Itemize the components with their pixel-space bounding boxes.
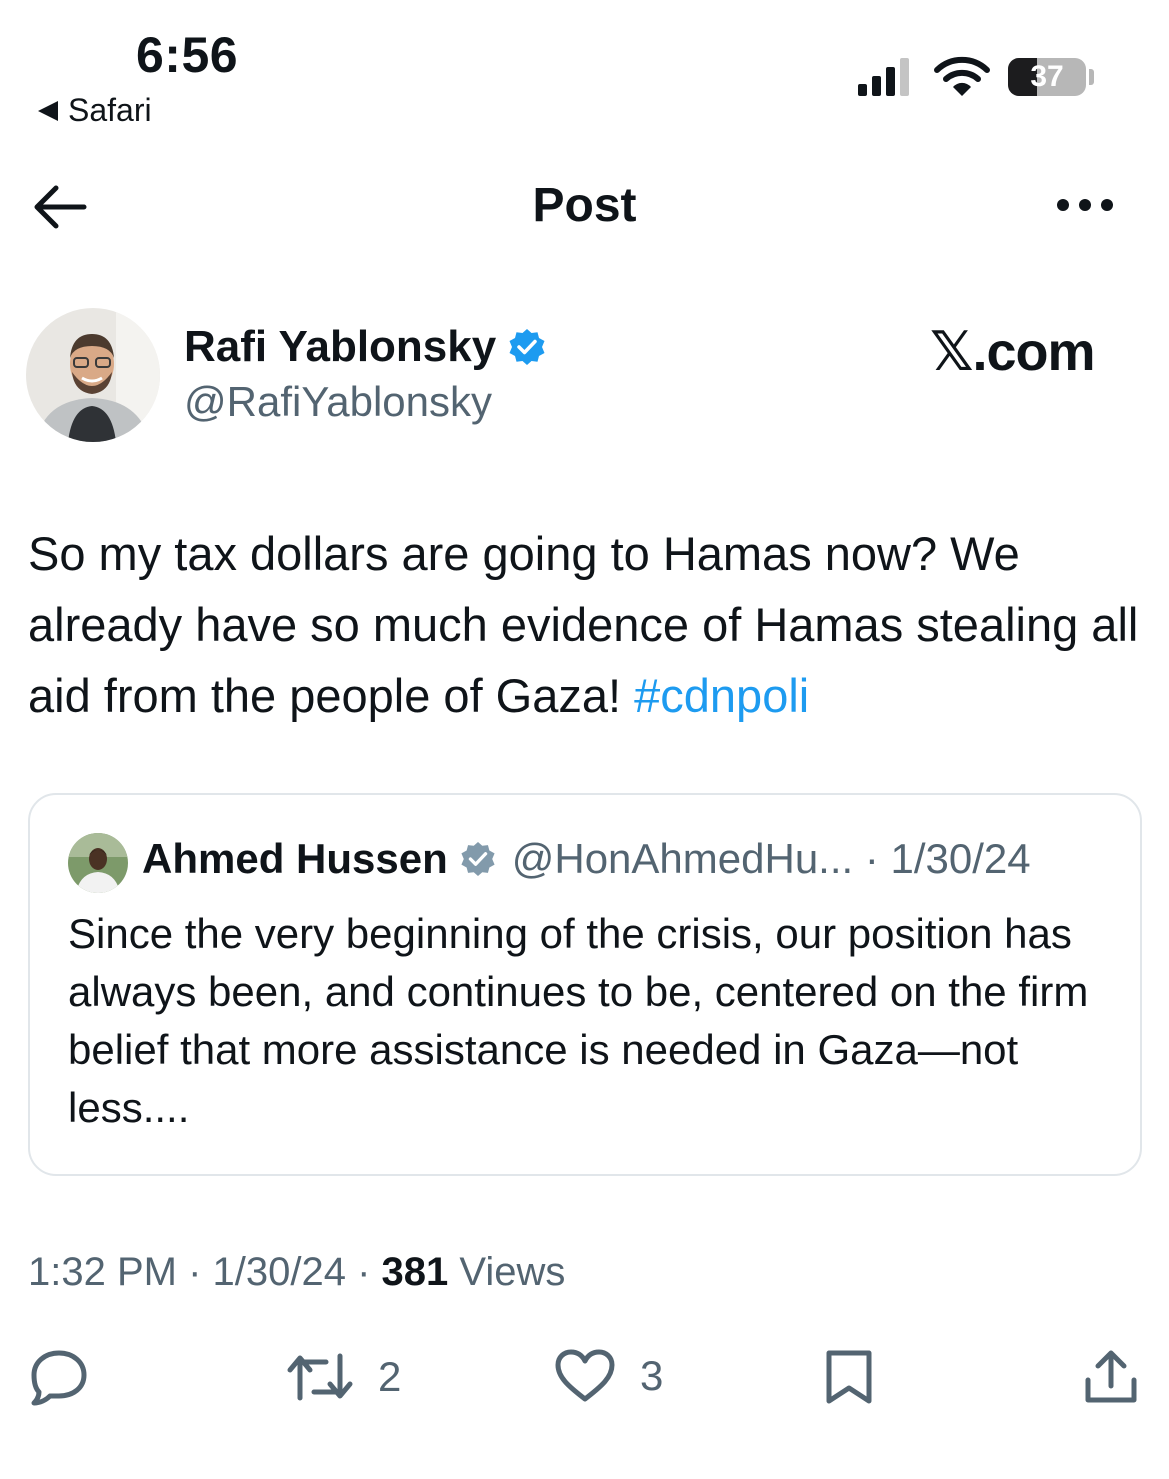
wifi-icon [934,56,990,96]
share-icon [1085,1350,1137,1403]
meta-separator: · [345,1250,382,1294]
bookmark-icon [826,1350,872,1404]
author-photo-icon [26,308,160,442]
retweet-button[interactable]: 2 [286,1348,401,1406]
page-title: Post [532,179,637,232]
back-triangle-icon [38,100,58,121]
post-text: So my tax dollars are going to Hamas now… [28,518,1148,731]
post-date: 1/30/24 [212,1250,346,1294]
more-options-icon[interactable] [1054,190,1116,220]
like-button[interactable]: 3 [554,1348,663,1404]
verified-badge-icon [509,329,545,365]
author-name-text: Rafi Yablonsky [184,322,497,371]
author-handle[interactable]: @RafiYablonsky [184,378,492,426]
post-text-body: So my tax dollars are going to Hamas now… [28,527,1139,722]
status-time: 6:56 [136,27,239,83]
battery-level: 37 [1030,60,1064,93]
like-count: 3 [640,1352,664,1399]
back-app-label: Safari [68,92,152,128]
government-verified-badge-icon [461,841,495,877]
quoted-post-text: Since the very beginning of the crisis, … [68,910,1089,1131]
battery-icon: 37 [1008,58,1086,96]
author-avatar[interactable] [26,308,160,442]
quoted-post-header: Ahmed Hussen @HonAhmedHu... · 1/30/24 [142,835,1031,883]
quoted-author-avatar [68,833,128,893]
reply-button[interactable] [28,1348,90,1406]
back-to-safari[interactable]: Safari [38,92,152,129]
retweet-icon [287,1353,353,1401]
meta-separator: · [176,1250,213,1294]
quoted-handle-date: @HonAhmedHu... · 1/30/24 [511,835,1031,882]
cellular-signal-icon [858,58,909,96]
quoted-author-photo-icon [68,833,128,893]
share-button[interactable] [1082,1348,1140,1406]
post-meta: 1:32 PM · 1/30/24 · 381 Views [28,1250,565,1295]
hashtag-link[interactable]: #cdnpoli [634,669,809,722]
x-com-watermark: 𝕏.com [930,322,1096,382]
quoted-author-name: Ahmed Hussen [142,835,448,882]
author-name[interactable]: Rafi Yablonsky [184,322,546,372]
quoted-post-card[interactable]: Ahmed Hussen @HonAhmedHu... · 1/30/24 Si… [28,793,1142,1176]
post-time: 1:32 PM [28,1250,177,1294]
heart-icon [555,1349,615,1402]
bookmark-button[interactable] [822,1348,876,1406]
battery-cap [1089,69,1094,85]
reply-icon [31,1350,87,1406]
views-label: Views [448,1250,566,1294]
views-count: 381 [381,1250,449,1294]
retweet-count: 2 [378,1353,402,1400]
